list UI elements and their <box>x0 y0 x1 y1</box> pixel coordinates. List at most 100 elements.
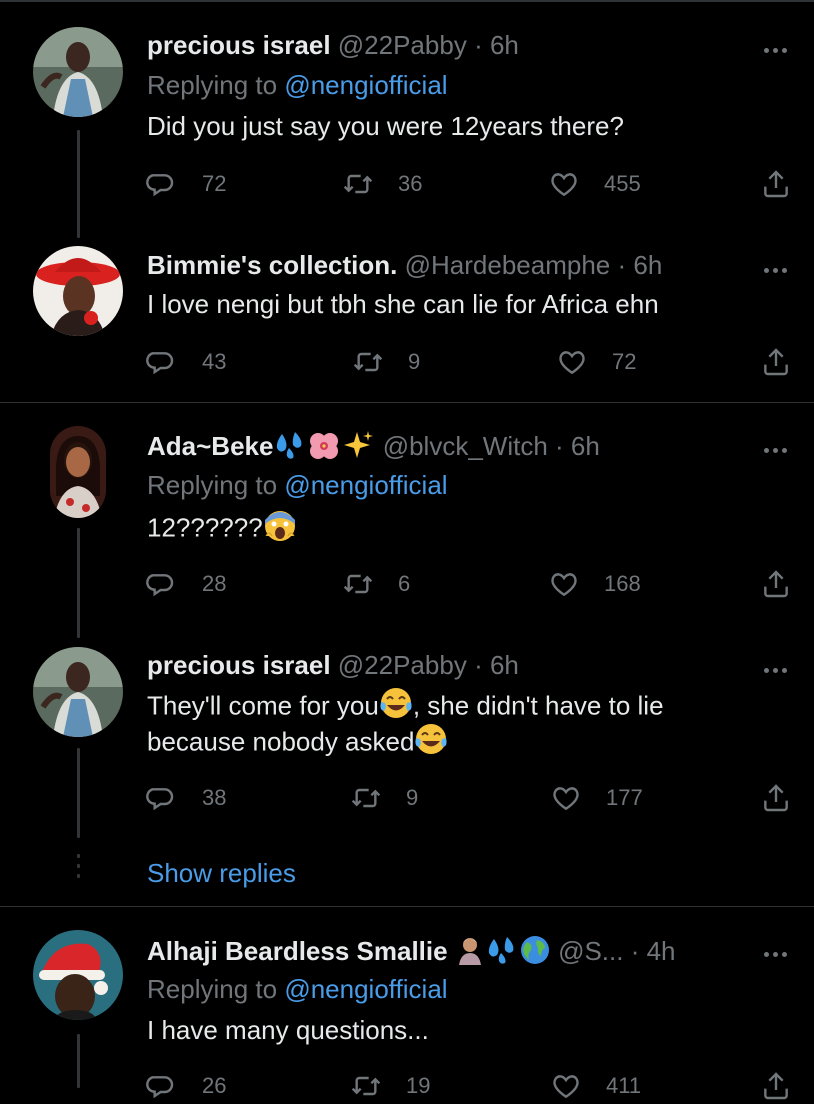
display-name[interactable]: Ada~Beke <box>147 431 273 461</box>
avatar[interactable] <box>33 647 123 737</box>
retweet-button[interactable]: 36 <box>342 166 422 202</box>
share-button[interactable] <box>760 1068 792 1104</box>
retweet-icon <box>353 352 383 372</box>
tweet-text: Did you just say you were 12years there? <box>147 111 624 141</box>
avatar[interactable] <box>50 426 106 518</box>
tweet-header: precious israel @22Pabby · 6h <box>147 650 519 680</box>
mention-link[interactable]: @nengiofficial <box>284 70 447 100</box>
like-count: 455 <box>604 171 641 196</box>
retweet-icon <box>351 788 381 808</box>
thread-line <box>77 130 80 238</box>
reply-count: 38 <box>202 785 227 810</box>
sparkles-icon <box>341 430 375 466</box>
more-icon[interactable] <box>764 260 794 273</box>
display-name[interactable]: precious israel <box>147 30 331 60</box>
like-icon <box>551 573 577 597</box>
share-button[interactable] <box>760 344 792 380</box>
tweet-actions: 43 9 72 <box>146 344 806 380</box>
like-button[interactable]: 455 <box>548 166 641 202</box>
tweet-header: precious israel @22Pabby · 6h <box>147 30 519 60</box>
reply-icon <box>146 1076 174 1099</box>
like-button[interactable]: 411 <box>550 1068 641 1104</box>
divider <box>0 402 814 403</box>
sweat-droplets-icon <box>273 430 307 466</box>
tweet-header: Ada~Beke @blvck_Witch · 6h <box>147 430 600 466</box>
thread-dots <box>77 854 80 884</box>
timestamp[interactable]: · 6h <box>617 250 662 280</box>
reply-button[interactable]: 28 <box>146 566 226 602</box>
tweet-text: because nobody asked <box>147 722 448 765</box>
like-icon <box>553 787 579 811</box>
reply-button[interactable]: 72 <box>146 166 226 202</box>
reply-button[interactable]: 26 <box>146 1068 226 1104</box>
timestamp[interactable]: · 4h <box>631 936 676 966</box>
like-count: 411 <box>606 1073 642 1098</box>
tears-of-joy-icon <box>414 722 448 765</box>
thread-line <box>77 748 80 838</box>
screaming-face-icon <box>263 508 297 551</box>
divider <box>0 906 814 907</box>
retweet-button[interactable]: 19 <box>350 1068 430 1104</box>
like-button[interactable]: 72 <box>556 344 636 380</box>
mention-link[interactable]: @nengiofficial <box>284 470 447 500</box>
thread-line <box>77 528 80 638</box>
username[interactable]: @blvck_Witch <box>383 431 548 461</box>
more-icon[interactable] <box>764 440 794 453</box>
show-replies-link[interactable]: Show replies <box>147 858 296 889</box>
retweet-count: 19 <box>406 1073 431 1098</box>
timestamp[interactable]: · 6h <box>474 30 519 60</box>
display-name[interactable]: precious israel <box>147 650 331 680</box>
retweet-count: 36 <box>398 171 423 196</box>
username[interactable]: @22Pabby <box>338 650 467 680</box>
avatar[interactable] <box>33 27 123 117</box>
timestamp[interactable]: · 6h <box>555 431 600 461</box>
reply-button[interactable]: 43 <box>146 344 226 380</box>
timestamp[interactable]: · 6h <box>474 650 519 680</box>
username[interactable]: @Hardebeamphe <box>405 250 611 280</box>
share-button[interactable] <box>760 566 792 602</box>
reply-icon <box>146 174 174 197</box>
username[interactable]: @22Pabby <box>338 30 467 60</box>
display-name[interactable]: Bimmie's collection. <box>147 250 397 280</box>
retweet-count: 9 <box>406 785 419 810</box>
replying-to: Replying to @nengiofficial <box>147 70 448 100</box>
more-icon[interactable] <box>764 40 794 53</box>
reply-button[interactable]: 38 <box>146 780 226 816</box>
share-icon <box>764 170 788 198</box>
like-icon <box>559 351 585 375</box>
share-icon <box>764 348 788 376</box>
tweet-actions: 26 19 411 <box>146 1068 806 1104</box>
more-icon[interactable] <box>764 660 794 673</box>
like-button[interactable]: 177 <box>550 780 643 816</box>
like-count: 177 <box>606 785 643 810</box>
tweet-actions: 72 36 455 <box>146 166 806 202</box>
avatar[interactable] <box>33 930 123 1020</box>
like-button[interactable]: 168 <box>548 566 641 602</box>
username[interactable]: @S... <box>558 936 623 966</box>
like-icon <box>553 1075 579 1099</box>
retweet-button[interactable]: 9 <box>350 780 418 816</box>
mention-link[interactable]: @nengiofficial <box>284 974 447 1004</box>
thread-line <box>77 1034 80 1088</box>
retweet-button[interactable]: 9 <box>352 344 420 380</box>
share-icon <box>764 570 788 598</box>
hibiscus-icon <box>307 430 341 466</box>
reply-icon <box>146 788 174 811</box>
tweet-header: Alhaji Beardless Smallie @S... · 4h <box>147 934 676 972</box>
retweet-count: 9 <box>408 349 421 374</box>
tweet-text: I love nengi but tbh she can lie for Afr… <box>147 289 659 319</box>
tweet-header: Bimmie's collection. @Hardebeamphe · 6h <box>147 250 662 280</box>
tweet-actions: 38 9 177 <box>146 780 806 816</box>
share-button[interactable] <box>760 166 792 202</box>
share-button[interactable] <box>760 780 792 816</box>
display-name[interactable]: Alhaji Beardless Smallie <box>147 936 448 966</box>
retweet-icon <box>343 174 373 194</box>
like-count: 168 <box>604 571 641 596</box>
more-icon[interactable] <box>764 944 794 957</box>
reply-icon <box>146 352 174 375</box>
avatar[interactable] <box>33 246 123 336</box>
reply-count: 28 <box>202 571 227 596</box>
retweet-button[interactable]: 6 <box>342 566 410 602</box>
sweat-droplets-icon <box>485 935 519 971</box>
share-icon <box>764 1072 788 1100</box>
